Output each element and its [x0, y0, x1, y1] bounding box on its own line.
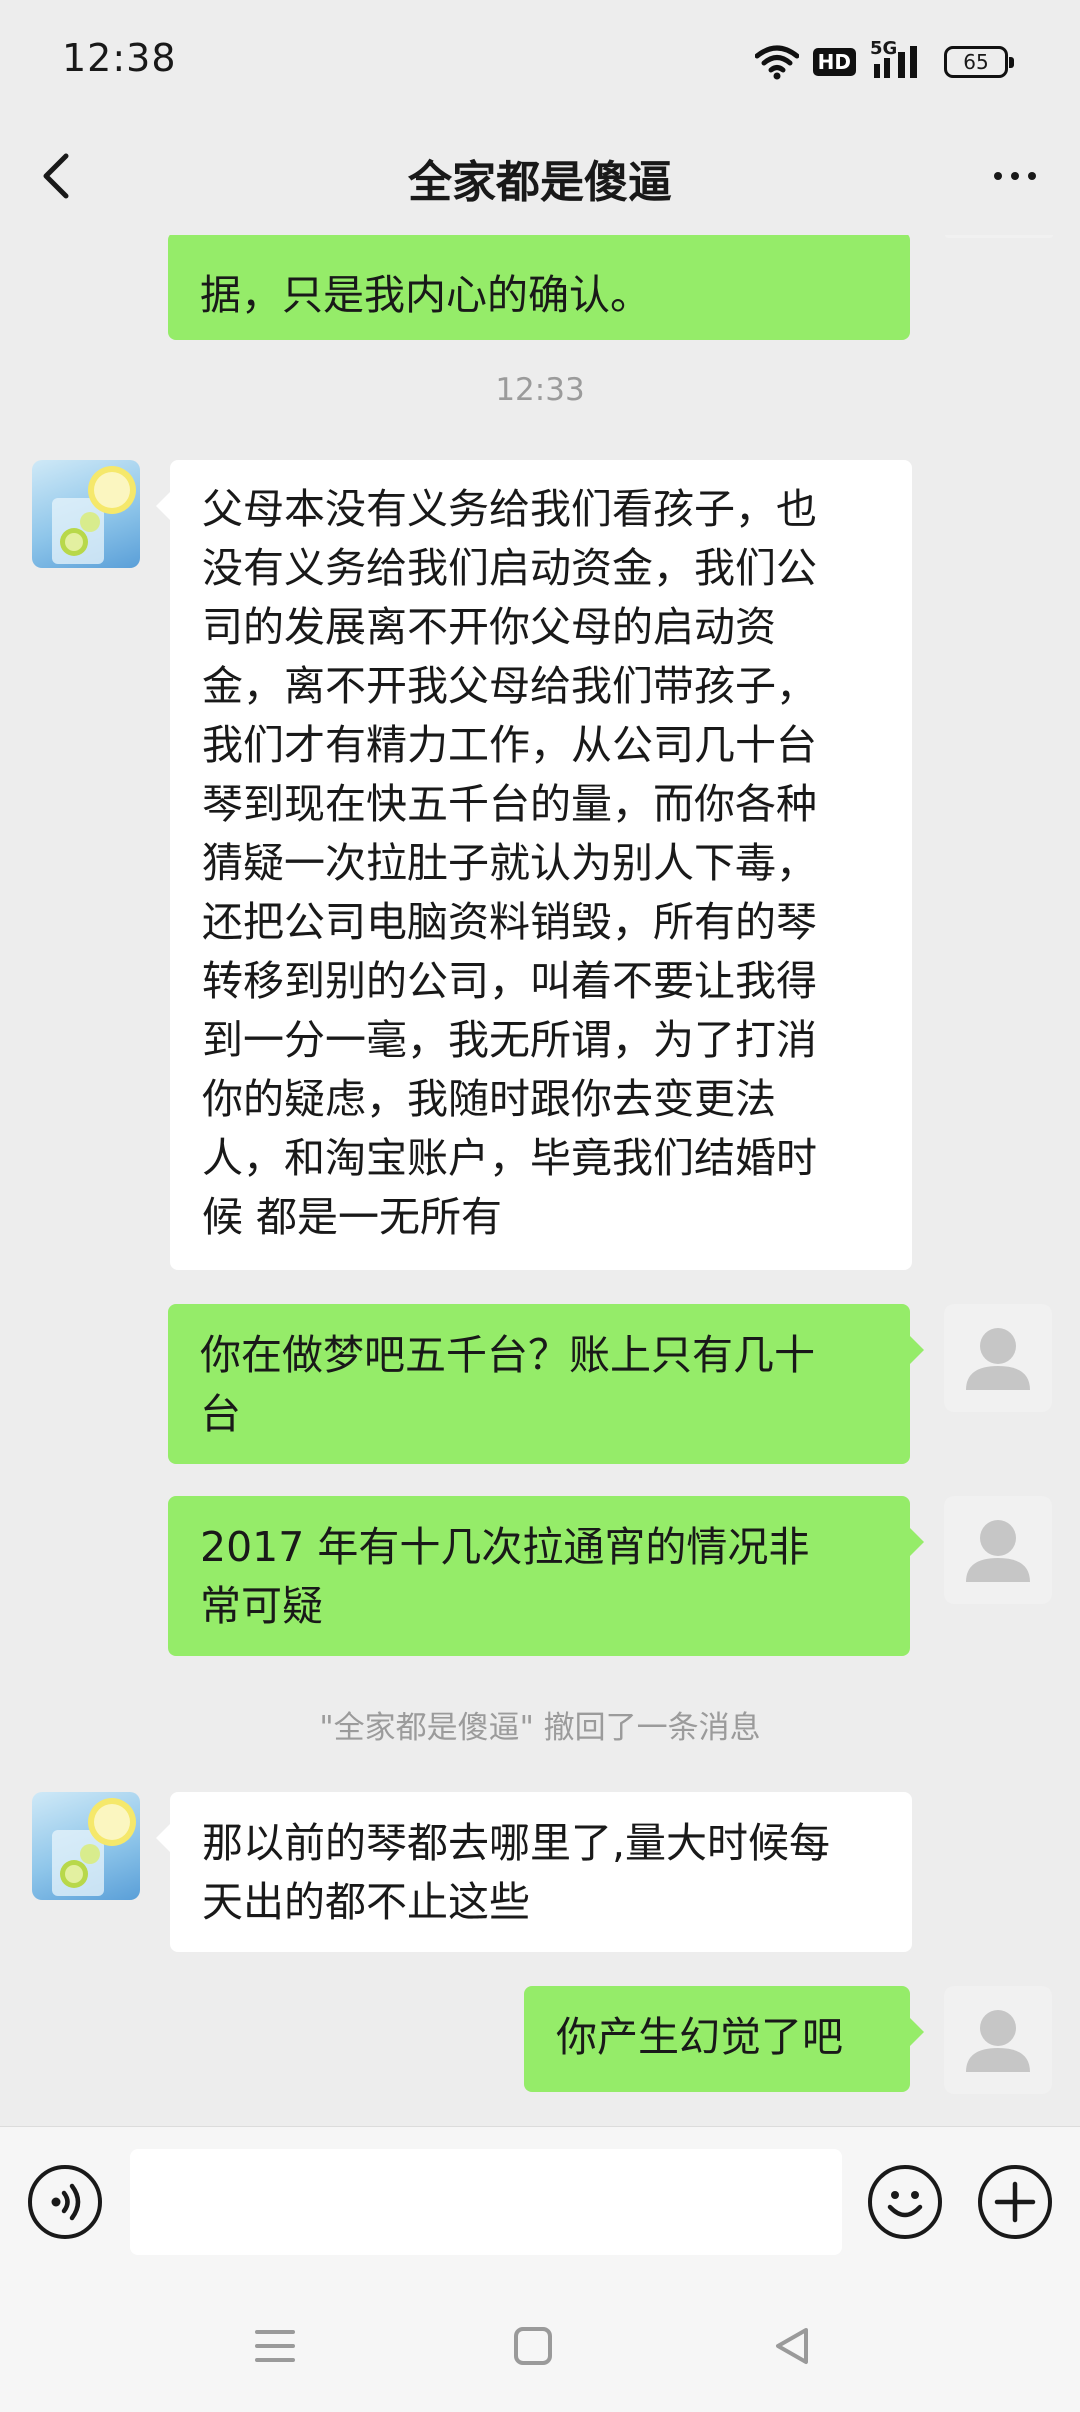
contact-avatar[interactable]	[32, 1792, 140, 1900]
message-bubble-sent[interactable]: 2017 年有十几次拉通宵的情况非 常可疑	[168, 1496, 924, 1656]
default-user-icon	[966, 1328, 1030, 1390]
lemon-drink-icon	[52, 1798, 136, 1896]
system-navigation-bar	[0, 2276, 1080, 2412]
message-bubble-sent[interactable]: 据，只是我内心的确认。	[168, 232, 910, 340]
emoji-icon	[887, 2191, 923, 2218]
default-user-icon	[966, 1520, 1030, 1582]
status-bar: 12:38 HD 5G 65	[0, 0, 1080, 120]
back-triangle-icon	[776, 2328, 808, 2364]
back-nav-button[interactable]	[762, 2316, 822, 2376]
status-time: 12:38	[62, 36, 177, 80]
more-options-button[interactable]	[980, 146, 1050, 206]
more-dots-icon	[994, 172, 1002, 180]
voice-button[interactable]	[28, 2165, 102, 2239]
plus-icon	[994, 2181, 1036, 2223]
my-avatar[interactable]	[944, 1986, 1052, 2094]
home-icon	[514, 2327, 552, 2365]
signal-icon: 5G	[870, 38, 930, 82]
wifi-icon	[754, 45, 799, 80]
default-user-icon	[966, 2010, 1030, 2072]
my-avatar[interactable]	[944, 1304, 1052, 1412]
contact-avatar[interactable]	[32, 460, 140, 568]
voice-icon	[51, 2183, 81, 2221]
home-button[interactable]	[503, 2316, 563, 2376]
menu-icon	[255, 2330, 295, 2362]
chat-header: 全家都是傻逼	[0, 120, 1080, 235]
recall-notice: "全家都是傻逼" 撤回了一条消息	[319, 1710, 761, 1746]
emoji-button[interactable]	[868, 2165, 942, 2239]
battery-icon: 65	[944, 46, 1014, 78]
message-bubble-sent[interactable]: 你在做梦吧五千台？账上只有几十 台	[168, 1304, 924, 1464]
message-list[interactable]: 据，只是我内心的确认。 12:33 父母本没有义务给我们看孩子，也 没有义务给我…	[0, 120, 1080, 2126]
wechat-chat-screen: 12:38 HD 5G 65 据，只是我内心的确认。 12:33 父母本没有义务…	[0, 0, 1080, 2412]
chat-title: 全家都是傻逼	[408, 157, 672, 208]
message-bubble-sent[interactable]: 你产生幻觉了吧	[524, 1986, 924, 2092]
message-bubble-received[interactable]: 那以前的琴都去哪里了,量大时候每 天出的都不止这些	[156, 1792, 912, 1952]
status-icons: HD 5G 65	[754, 38, 1014, 86]
hd-badge: HD	[812, 48, 856, 76]
timestamp: 12:33	[495, 372, 585, 408]
message-bubble-received[interactable]: 父母本没有义务给我们看孩子，也 没有义务给我们启动资金，我们公 司的发展离不开你…	[156, 460, 912, 1270]
more-functions-button[interactable]	[978, 2165, 1052, 2239]
menu-button[interactable]	[245, 2316, 305, 2376]
message-input[interactable]	[130, 2149, 842, 2255]
my-avatar[interactable]	[944, 1496, 1052, 1604]
input-bar	[0, 2126, 1080, 2276]
lemon-drink-icon	[52, 466, 136, 564]
battery-level: 65	[963, 50, 989, 74]
